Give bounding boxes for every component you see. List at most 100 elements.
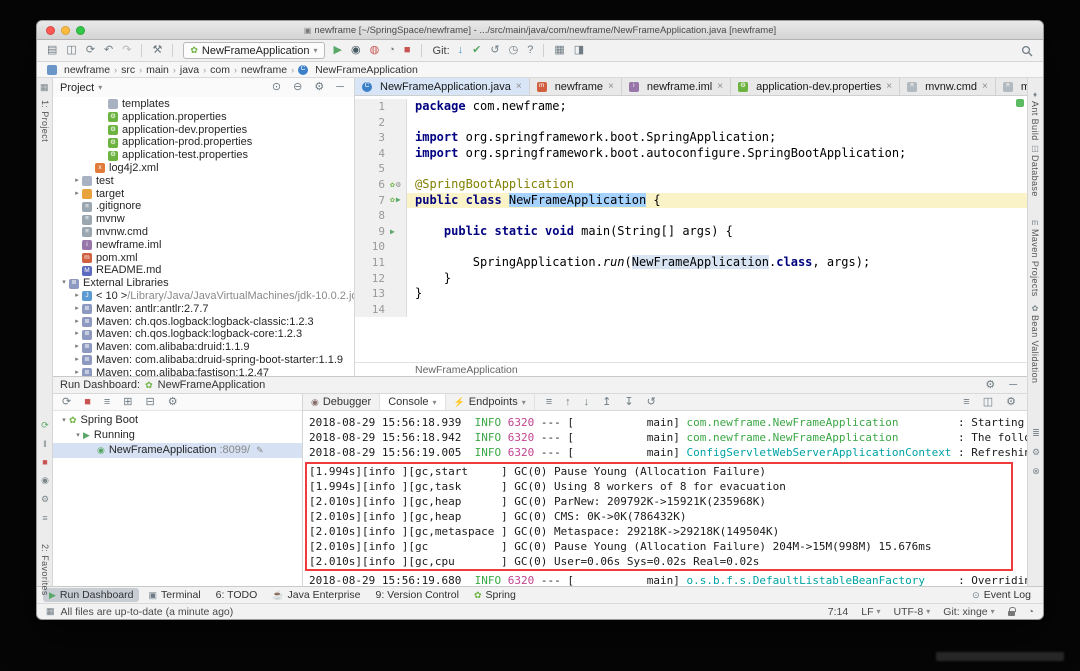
code-line[interactable]: 5 — [355, 161, 1027, 177]
tab-endpoints[interactable]: ⚡Endpoints▾ — [446, 394, 535, 410]
expand-arrow-icon[interactable]: ▾ — [59, 413, 69, 428]
breadcrumb-item[interactable]: newframe — [46, 64, 111, 76]
close-icon[interactable]: × — [717, 81, 723, 92]
history-icon[interactable]: ◷ — [506, 45, 522, 56]
debug-icon[interactable]: ◉ — [348, 45, 364, 56]
tool-window-layout-icon[interactable]: ▦ — [551, 45, 567, 56]
editor-tab[interactable]: CNewFrameApplication.java× — [355, 78, 530, 95]
tree-item[interactable]: ≡.gitignore — [53, 200, 354, 213]
tree-item[interactable]: ▸target — [53, 188, 354, 201]
tree-item[interactable]: ≡mvnw.cmd — [53, 226, 354, 239]
settings-icon[interactable]: ⚙ — [311, 82, 327, 93]
hide-icon[interactable]: ─ — [1006, 380, 1020, 391]
breadcrumb-item[interactable]: src — [120, 64, 136, 76]
editor-tab[interactable]: ⚙application-dev.properties× — [731, 78, 900, 95]
run-icon[interactable]: ▶ — [331, 45, 345, 56]
close-window-button[interactable] — [46, 26, 55, 35]
gutter-settings-icon[interactable]: ⚙ — [396, 181, 401, 189]
locate-file-icon[interactable]: ⊙ — [269, 82, 284, 93]
code-line[interactable]: 14 — [355, 302, 1027, 318]
code-line[interactable]: 4import org.springframework.boot.autocon… — [355, 146, 1027, 162]
breadcrumb-item[interactable]: main — [145, 64, 170, 76]
expand-arrow-icon[interactable]: ▸ — [72, 188, 82, 201]
tree-item[interactable]: ≡mvnw — [53, 213, 354, 226]
clear-console-icon[interactable]: ⊗ — [1032, 466, 1040, 477]
tree-item[interactable]: ▸test — [53, 175, 354, 188]
tool-strip-grid-icon[interactable]: ▦ — [40, 82, 49, 93]
search-everywhere-icon[interactable] — [1018, 45, 1036, 57]
tree-item[interactable]: ▸≣Maven: com.alibaba:druid-spring-boot-s… — [53, 354, 354, 367]
console-output[interactable]: 2018-08-29 15:56:18.939 INFO 6320 --- [ … — [303, 411, 1027, 586]
pause-output-icon[interactable]: ‖ — [43, 439, 47, 449]
close-icon[interactable]: × — [516, 81, 522, 92]
tree-item[interactable]: ⚙application.properties — [53, 111, 354, 124]
dashboard-tree-item[interactable]: ▾▶Running — [53, 428, 302, 443]
code-line[interactable]: 8 — [355, 208, 1027, 224]
build-project-icon[interactable]: ⚒ — [149, 45, 165, 56]
memory-indicator-icon[interactable]: ◔ — [1028, 606, 1034, 618]
tool-window-bean-validation[interactable]: ✿Bean Validation — [1030, 304, 1040, 383]
settings-icon[interactable]: ⚙ — [982, 380, 998, 391]
file-encoding[interactable]: UTF-8▾ — [894, 606, 931, 618]
minimize-window-button[interactable] — [61, 26, 70, 35]
editor-tab[interactable]: inewframe.iml× — [622, 78, 731, 95]
expand-arrow-icon[interactable]: ▸ — [72, 367, 82, 376]
stop-icon[interactable]: ■ — [401, 45, 414, 56]
caret-position[interactable]: 7:14 — [828, 606, 848, 618]
code-line[interactable]: 9▶ public static void main(String[] args… — [355, 224, 1027, 240]
expand-arrow-icon[interactable]: ▸ — [72, 175, 82, 188]
readonly-lock-icon[interactable] — [1008, 611, 1015, 616]
redo-icon[interactable]: ↷ — [119, 45, 134, 56]
help-icon[interactable]: ? — [524, 45, 536, 56]
code-line[interactable]: 11 SpringApplication.run(NewFrameApplica… — [355, 255, 1027, 271]
commit-icon[interactable]: ✔ — [469, 45, 484, 56]
tool-window-run-dashboard[interactable]: ▶Run Dashboard — [43, 588, 139, 602]
scroll-to-top-icon[interactable]: ↥ — [599, 397, 614, 408]
editor-breadcrumb[interactable]: NewFrameApplication — [355, 362, 1027, 376]
code-line[interactable]: 12 } — [355, 271, 1027, 287]
breadcrumb-item[interactable]: com — [209, 64, 231, 76]
clear-all-icon[interactable]: ↺ — [644, 397, 659, 408]
tree-item[interactable]: ▸J< 10 > /Library/Java/JavaVirtualMachin… — [53, 290, 354, 303]
split-icon[interactable]: ◫ — [980, 397, 996, 408]
close-icon[interactable]: × — [982, 81, 988, 92]
up-icon[interactable]: ↑ — [562, 397, 574, 408]
expand-arrow-icon[interactable]: ▸ — [72, 290, 82, 303]
filter-icon[interactable]: ≡ — [101, 397, 113, 408]
tree-item[interactable]: ▸≣Maven: com.alibaba:druid:1.1.9 — [53, 341, 354, 354]
expand-all-icon[interactable]: ⊞ — [120, 397, 135, 408]
bean-icon[interactable]: ✿ — [390, 181, 395, 189]
menu-icon[interactable]: ≡ — [960, 397, 972, 408]
dashboard-tree-item[interactable]: ▾✿Spring Boot — [53, 413, 302, 428]
filter-icon[interactable]: ≡ — [42, 513, 47, 523]
tool-window-button-favorites[interactable]: 2: Favorites — [40, 544, 50, 596]
dashboard-tree-item[interactable]: ◉NewFrameApplication :8099/✎ — [53, 443, 302, 458]
scroll-to-end-icon[interactable]: ↧ — [621, 397, 636, 408]
run-config-select[interactable]: ✿NewFrameApplication▾ — [183, 42, 324, 59]
filter-icon[interactable]: ≡ — [543, 397, 555, 408]
bean-icon[interactable]: ✿ — [390, 196, 395, 204]
screenshot-icon[interactable]: ◉ — [41, 475, 49, 486]
code-line[interactable]: 10 — [355, 239, 1027, 255]
collapse-all-icon[interactable]: ⊖ — [290, 82, 305, 93]
tree-item[interactable]: ▸≣Maven: antlr:antlr:2.7.7 — [53, 303, 354, 316]
zoom-window-button[interactable] — [76, 26, 85, 35]
code-line[interactable]: 13} — [355, 286, 1027, 302]
sync-icon[interactable]: ⟳ — [83, 45, 98, 56]
collapse-all-icon[interactable]: ⊟ — [143, 397, 158, 408]
tool-window-database[interactable]: ◫Database — [1030, 144, 1040, 197]
tree-item[interactable]: ⚙application-dev.properties — [53, 124, 354, 137]
rollback-icon[interactable]: ↺ — [487, 45, 502, 56]
down-icon[interactable]: ↓ — [581, 397, 593, 408]
tree-item[interactable]: ▸≣Maven: com.alibaba:fastjson:1.2.47 — [53, 367, 354, 376]
tree-item[interactable]: templates — [53, 98, 354, 111]
tool-window-button-project[interactable]: 1: Project — [40, 100, 50, 142]
tool-window-spring[interactable]: ✿Spring — [468, 588, 522, 602]
code-line[interactable]: 3import org.springframework.boot.SpringA… — [355, 130, 1027, 146]
status-grid-icon[interactable]: ▦ — [46, 606, 55, 617]
code-line[interactable]: 6✿⚙@SpringBootApplication — [355, 177, 1027, 193]
tree-item[interactable]: inewframe.iml — [53, 239, 354, 252]
expand-arrow-icon[interactable]: ▸ — [72, 354, 82, 367]
tool-window-event-log[interactable]: ⊙Event Log — [966, 588, 1037, 602]
editor-tab[interactable]: ≡mvnw× — [996, 78, 1027, 95]
